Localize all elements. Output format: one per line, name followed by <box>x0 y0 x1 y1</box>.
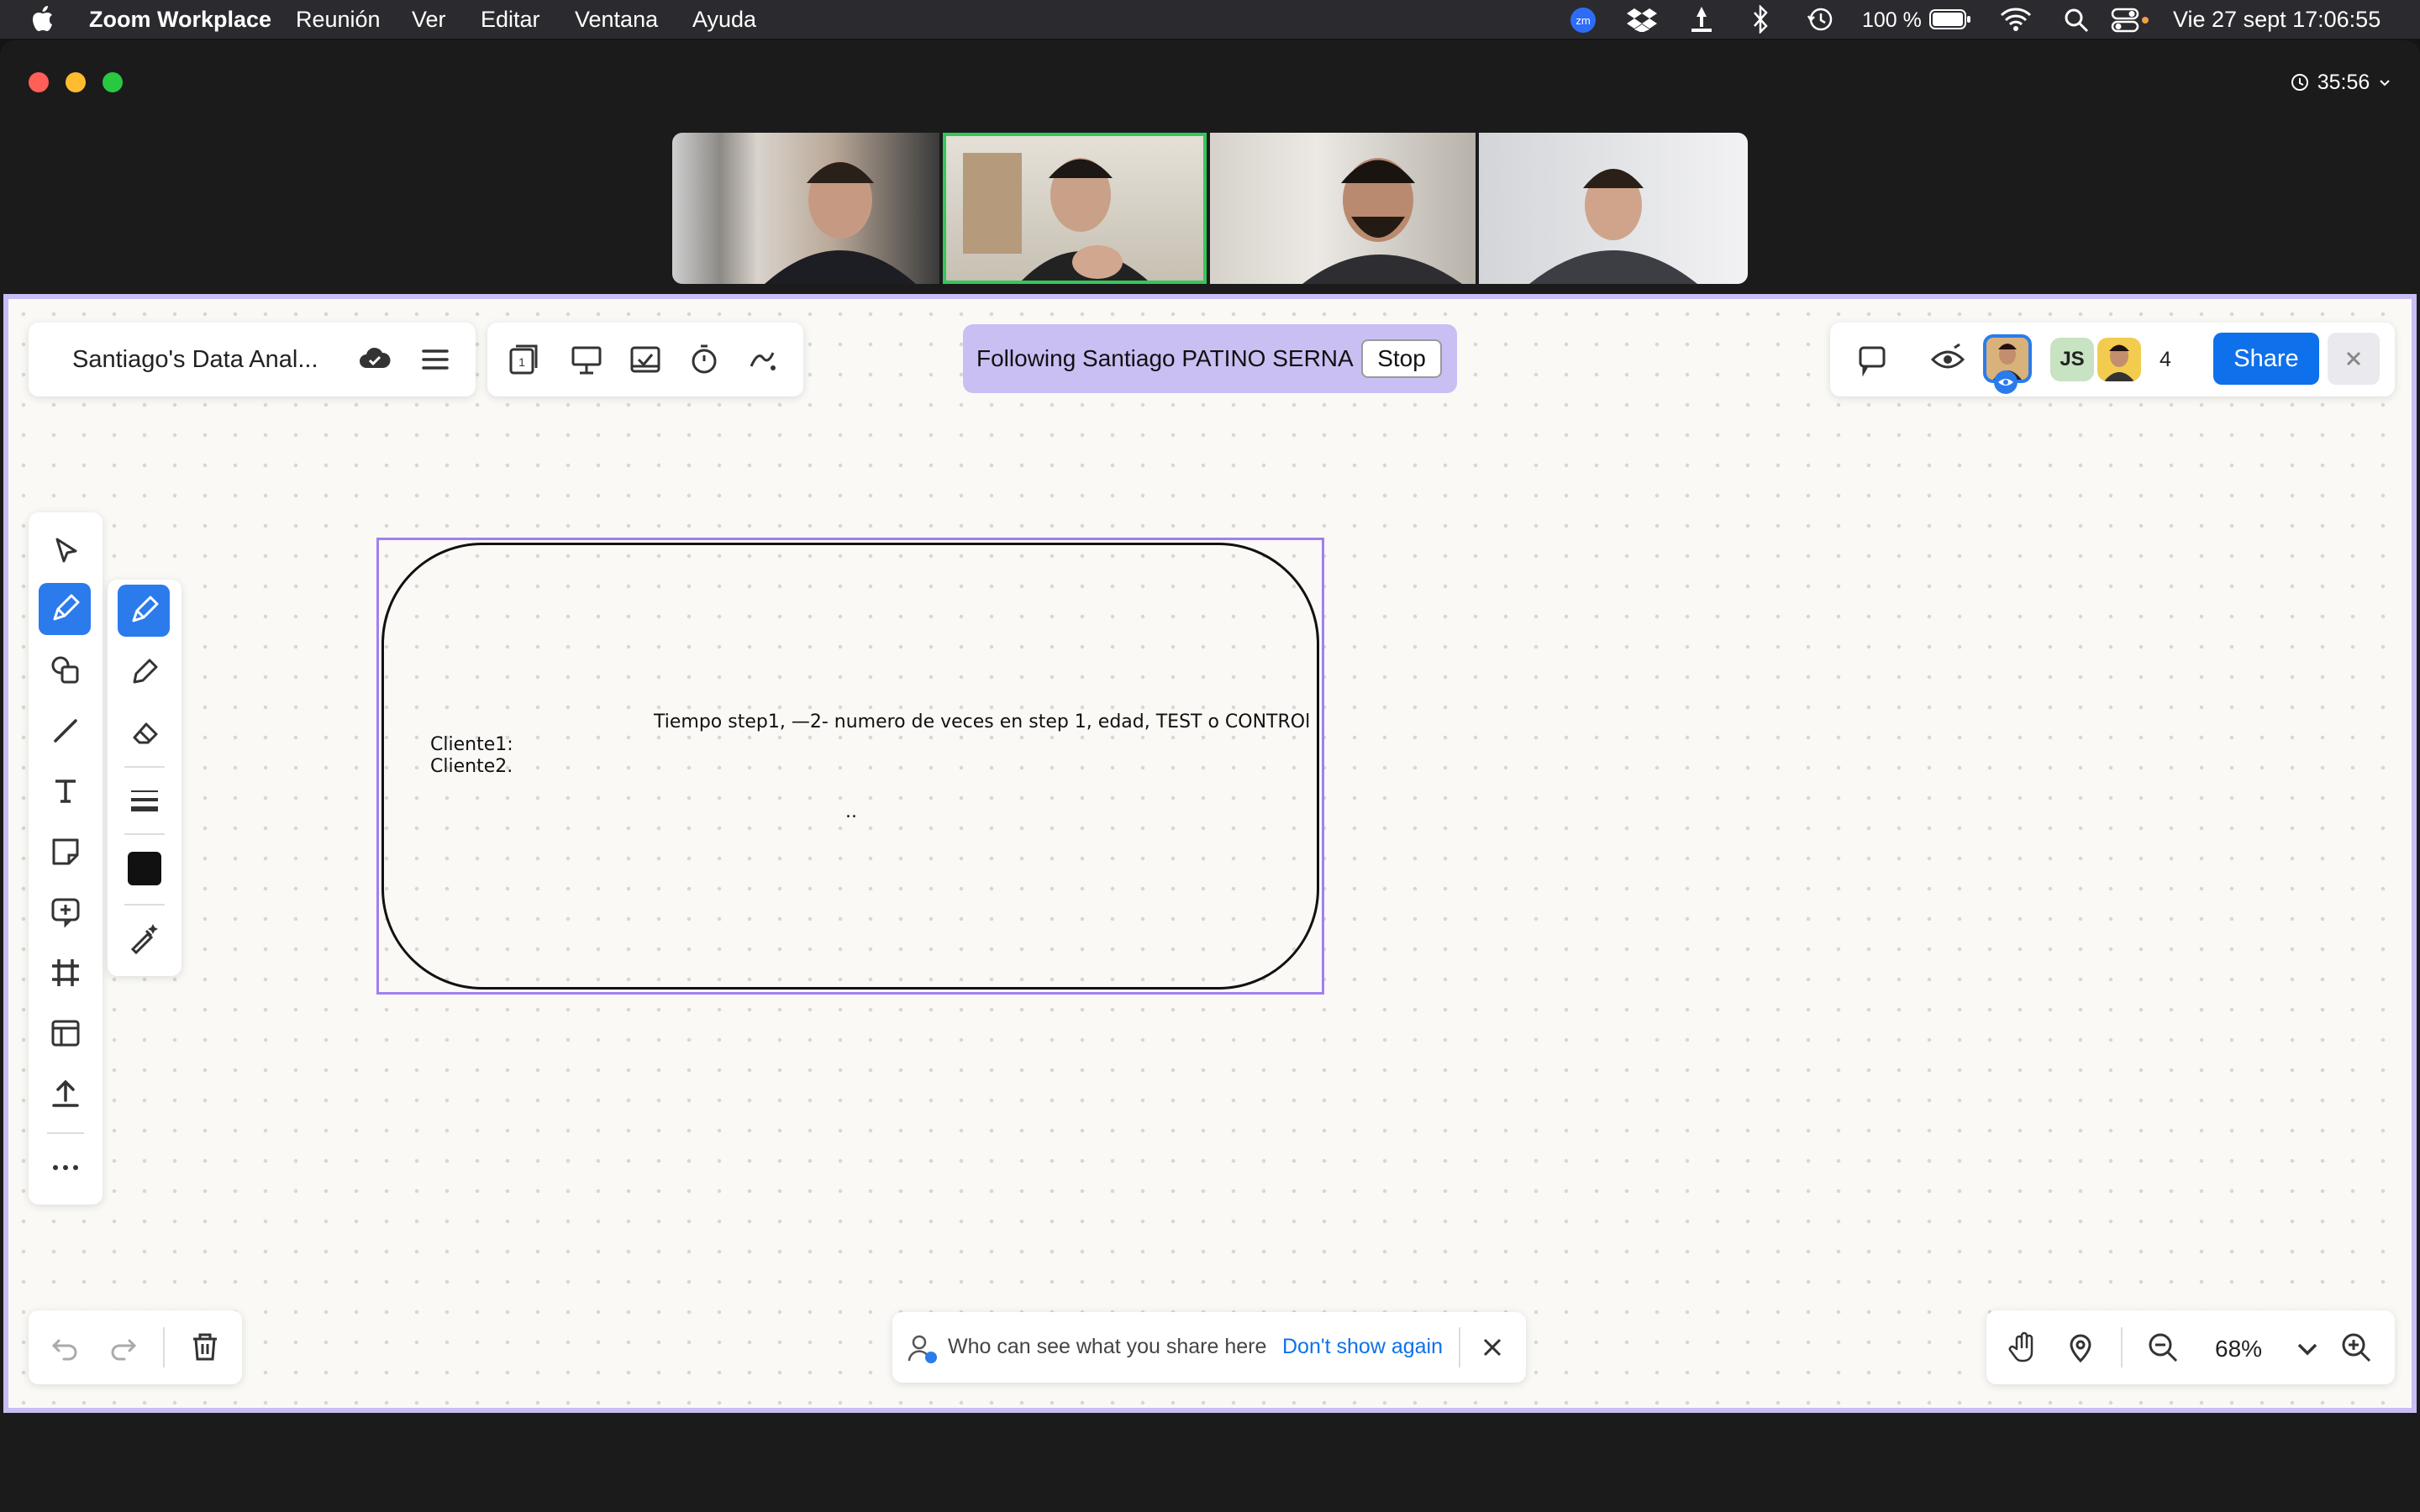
zoom-dropdown-chevron-icon[interactable] <box>2289 1331 2326 1368</box>
macos-menubar: Zoom Workplace Reunión Ver Editar Ventan… <box>0 0 2420 39</box>
svg-text:1: 1 <box>518 355 525 369</box>
zoom-in-icon[interactable] <box>2338 1329 2375 1366</box>
share-button[interactable]: Share <box>2213 333 2319 385</box>
share-visibility-banner: Who can see what you share here Don't sh… <box>892 1312 1526 1383</box>
banner-divider <box>1459 1327 1460 1368</box>
dont-show-again-link[interactable]: Don't show again <box>1282 1335 1443 1359</box>
wifi-icon[interactable] <box>2000 7 2032 32</box>
avatar-participant[interactable] <box>2097 338 2141 381</box>
pages-icon[interactable]: 1 <box>506 341 543 378</box>
text-icon[interactable] <box>47 773 84 810</box>
laser-pointer-icon[interactable] <box>744 341 781 378</box>
highlighter-icon[interactable] <box>126 654 163 690</box>
comment-add-icon[interactable] <box>47 894 84 931</box>
menu-hamburger-icon[interactable] <box>417 341 454 378</box>
chevron-down-icon <box>2380 80 2390 87</box>
stop-following-button[interactable]: Stop <box>1361 339 1442 378</box>
follow-view-icon[interactable] <box>1929 341 1966 378</box>
avatar-js[interactable]: JS <box>2050 338 2094 381</box>
menubar-clock[interactable]: Vie 27 sept 17:06:55 <box>2173 7 2381 33</box>
redo-icon[interactable] <box>104 1329 141 1366</box>
user-visibility-icon <box>908 1335 937 1363</box>
canvas-text-header[interactable]: Tiempo step1, —2- numero de veces en ste… <box>654 711 1310 732</box>
participant-count[interactable]: 4 <box>2160 348 2171 372</box>
menu-reunion[interactable]: Reunión <box>296 7 381 33</box>
color-swatch-black[interactable] <box>128 852 161 885</box>
shapes-icon[interactable] <box>47 652 84 689</box>
clock-icon <box>2291 74 2308 91</box>
time-machine-icon[interactable] <box>1807 6 1833 33</box>
undo-icon[interactable] <box>47 1329 84 1366</box>
meeting-timer[interactable]: 35:56 <box>2270 64 2412 101</box>
select-cursor-icon[interactable] <box>47 533 84 570</box>
frame-icon[interactable] <box>47 954 84 991</box>
comments-icon[interactable] <box>1854 341 1891 378</box>
close-window-icon[interactable] <box>29 72 49 92</box>
menu-ventana[interactable]: Ventana <box>575 7 658 33</box>
following-text: Following Santiago PATINO SERNA <box>976 345 1354 371</box>
meeting-elapsed: 35:56 <box>2317 70 2370 94</box>
whiteboard-title[interactable]: Santiago's Data Anal... <box>72 346 318 374</box>
menu-ver[interactable]: Ver <box>412 7 446 33</box>
close-whiteboard-button[interactable] <box>2328 333 2380 385</box>
eraser-icon[interactable] <box>126 714 163 751</box>
menu-ayuda[interactable]: Ayuda <box>692 7 756 33</box>
close-banner-icon[interactable] <box>1481 1336 1504 1359</box>
trash-icon[interactable] <box>187 1329 224 1366</box>
present-icon[interactable] <box>568 341 605 378</box>
fullscreen-window-icon[interactable] <box>103 72 123 92</box>
minimize-window-icon[interactable] <box>66 72 86 92</box>
toolbar-divider <box>47 1132 84 1134</box>
zoom-level[interactable]: 68% <box>2215 1336 2262 1362</box>
pen-icon <box>132 596 159 622</box>
video-tile-participant-3[interactable] <box>1210 133 1476 284</box>
templates-icon[interactable] <box>47 1015 84 1052</box>
eye-badge-icon <box>1994 370 2018 394</box>
pen-options-panel <box>108 580 182 976</box>
more-tools-icon[interactable] <box>47 1149 84 1186</box>
svg-text:zm: zm <box>1576 14 1590 27</box>
export-board-icon[interactable] <box>627 341 664 378</box>
video-tile-participant-1[interactable] <box>672 133 939 284</box>
history-divider <box>163 1327 165 1368</box>
close-icon <box>2346 351 2361 366</box>
canvas-text-client1[interactable]: Cliente1: <box>430 734 513 755</box>
menu-app-name[interactable]: Zoom Workplace <box>89 7 271 33</box>
apple-logo-icon[interactable] <box>32 5 54 32</box>
battery-percent: 100 % <box>1862 8 1922 32</box>
magic-pen-icon[interactable] <box>126 919 163 956</box>
dropbox-icon[interactable] <box>1627 7 1657 32</box>
following-banner: Following Santiago PATINO SERNA Stop <box>963 324 1457 393</box>
locate-pin-icon[interactable] <box>2062 1329 2099 1366</box>
zoom-out-icon[interactable] <box>2144 1329 2181 1366</box>
pen-panel-divider <box>124 766 165 768</box>
canvas-text-client2[interactable]: Cliente2. <box>430 756 513 777</box>
upload-icon[interactable] <box>47 1075 84 1112</box>
pen-panel-divider <box>124 904 165 906</box>
banner-message: Who can see what you share here <box>948 1335 1267 1358</box>
line-icon[interactable] <box>47 712 84 749</box>
stroke-width-icon[interactable] <box>126 781 163 818</box>
rounded-rectangle-shape[interactable] <box>381 543 1319 990</box>
zoom-status-icon[interactable]: zm <box>1570 7 1597 34</box>
zoom-controls-bar <box>1986 1310 2395 1384</box>
pen-icon <box>53 594 80 621</box>
menu-editar[interactable]: Editar <box>481 7 540 33</box>
video-tile-participant-4[interactable] <box>1479 133 1748 284</box>
video-tile-participant-2-active[interactable] <box>943 133 1207 284</box>
zoom-divider <box>2121 1327 2123 1368</box>
cloud-saved-icon[interactable] <box>356 341 393 378</box>
timer-icon[interactable] <box>686 341 723 378</box>
bluetooth-icon[interactable] <box>1751 5 1770 34</box>
airplay-icon[interactable] <box>1689 5 1714 34</box>
sticky-note-icon[interactable] <box>47 833 84 870</box>
spotlight-search-icon[interactable] <box>2064 8 2089 33</box>
control-center-icon[interactable] <box>2111 7 2149 34</box>
hand-pan-icon[interactable] <box>2005 1329 2042 1366</box>
canvas-text-dots[interactable]: .. <box>845 801 857 822</box>
pen-panel-divider <box>124 833 165 835</box>
battery-icon[interactable] <box>1929 8 1971 30</box>
